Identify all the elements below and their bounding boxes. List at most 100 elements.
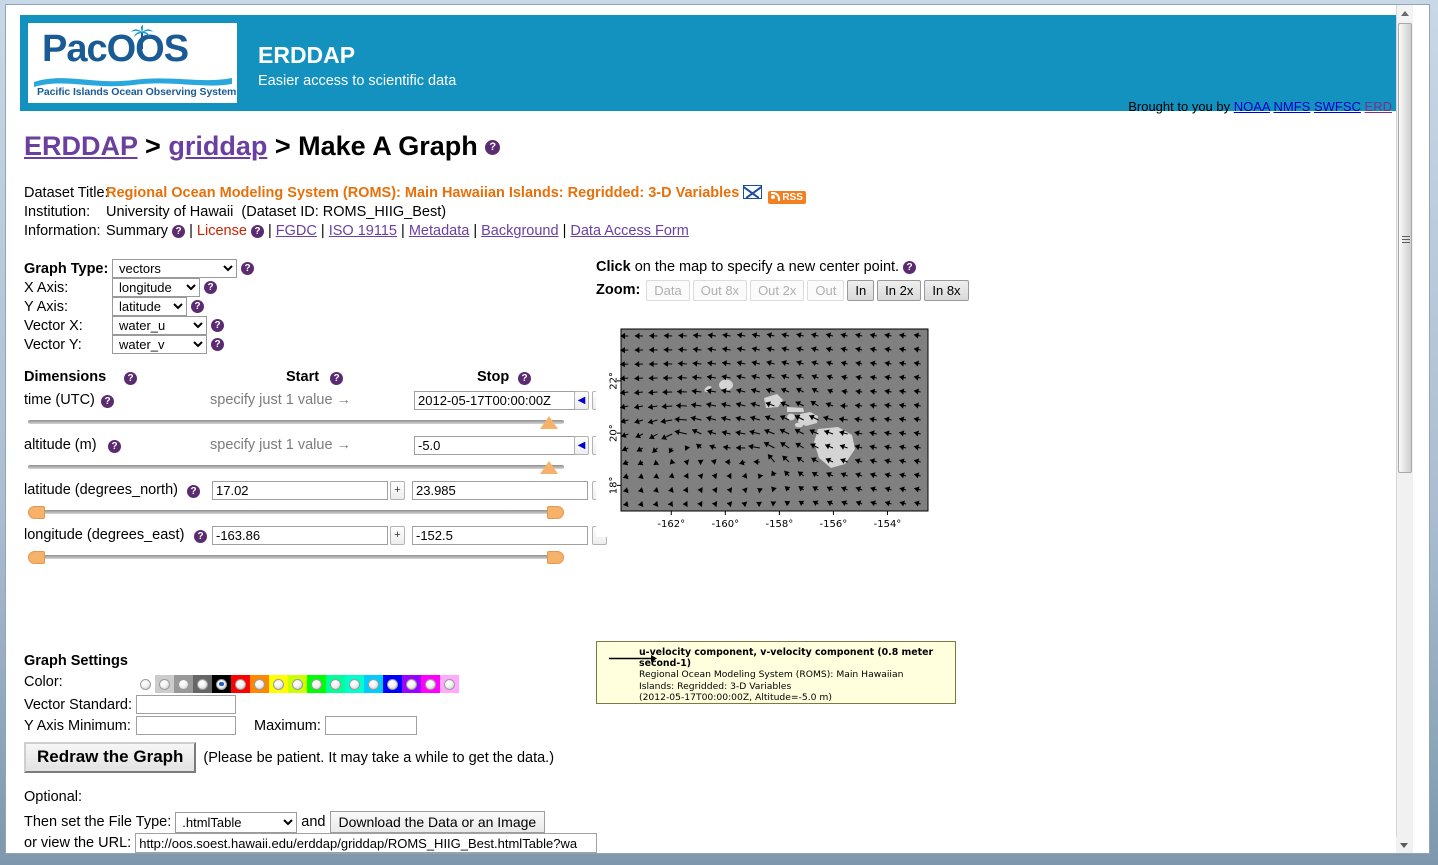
zoom-button-in[interactable]: In: [847, 280, 875, 301]
color-swatch-6[interactable]: [250, 675, 269, 693]
zoom-button-in-8x[interactable]: In 8x: [924, 280, 969, 301]
time-slider[interactable]: [28, 416, 564, 430]
help-icon-license[interactable]: ?: [250, 224, 264, 238]
longitude-plus-button[interactable]: +: [390, 526, 405, 545]
file-type-select[interactable]: .htmlTable: [175, 811, 298, 833]
link-erd[interactable]: ERD: [1365, 99, 1392, 114]
color-radio-10[interactable]: [330, 678, 341, 690]
color-swatch-5[interactable]: [231, 675, 250, 693]
color-radio-13[interactable]: [387, 678, 398, 690]
url-input[interactable]: [135, 833, 598, 853]
link-metadata[interactable]: Metadata: [409, 223, 469, 239]
longitude-start-input[interactable]: [212, 526, 388, 545]
help-icon-time[interactable]: ?: [101, 395, 114, 408]
scrollbar-thumb[interactable]: [1398, 23, 1412, 473]
color-radio-9[interactable]: [311, 678, 322, 690]
vertical-scrollbar[interactable]: [1396, 5, 1413, 853]
help-icon-dimensions[interactable]: ?: [124, 372, 137, 385]
rss-icon[interactable]: RSS: [768, 191, 806, 204]
color-swatch-13[interactable]: [383, 675, 402, 693]
vector-standard-input[interactable]: [136, 695, 236, 714]
color-swatch-14[interactable]: [402, 675, 421, 693]
color-swatch-4[interactable]: [212, 675, 231, 693]
altitude-slider-handle[interactable]: [540, 461, 558, 474]
color-radio-14[interactable]: [406, 678, 417, 690]
help-icon-graph-type[interactable]: ?: [241, 262, 255, 275]
link-iso19115[interactable]: ISO 19115: [329, 223, 397, 239]
color-swatch-9[interactable]: [307, 675, 326, 693]
link-swfsc[interactable]: SWFSC: [1314, 99, 1361, 114]
link-noaa[interactable]: NOAA: [1234, 99, 1270, 114]
help-icon-x-axis[interactable]: ?: [204, 281, 218, 294]
color-radio-15[interactable]: [425, 678, 436, 690]
color-swatch-8[interactable]: [288, 675, 307, 693]
scroll-down-arrow[interactable]: [1396, 837, 1413, 853]
help-icon-y-axis[interactable]: ?: [191, 300, 205, 313]
color-radio-4[interactable]: [216, 678, 227, 690]
y-axis-select[interactable]: latitude: [112, 297, 187, 316]
altitude-slider[interactable]: [28, 461, 564, 475]
vector-map-figure[interactable]: -162° -160° -158° -156° -154° 18° 20° 22°: [596, 319, 956, 537]
y-axis-min-input[interactable]: [136, 716, 236, 735]
redraw-graph-button[interactable]: Redraw the Graph: [24, 742, 197, 773]
help-icon-vector-y[interactable]: ?: [211, 338, 225, 351]
time-stop-input[interactable]: [414, 391, 580, 410]
time-prev-button[interactable]: ◀: [574, 391, 589, 410]
color-swatch-group[interactable]: [136, 675, 459, 693]
color-radio-1[interactable]: [159, 678, 170, 690]
help-icon-stop[interactable]: ?: [518, 372, 531, 385]
color-swatch-16[interactable]: [440, 675, 459, 693]
longitude-slider[interactable]: [28, 551, 564, 565]
color-radio-12[interactable]: [368, 678, 379, 690]
help-icon-latitude[interactable]: ?: [187, 485, 200, 498]
longitude-stop-input[interactable]: [412, 526, 588, 545]
color-swatch-7[interactable]: [269, 675, 288, 693]
link-nmfs[interactable]: NMFS: [1274, 99, 1311, 114]
y-axis-max-input[interactable]: [324, 716, 417, 735]
latitude-slider-handle-max[interactable]: [547, 506, 564, 519]
latitude-stop-input[interactable]: [412, 481, 588, 500]
color-swatch-15[interactable]: [421, 675, 440, 693]
time-slider-handle[interactable]: [540, 416, 558, 429]
link-background[interactable]: Background: [481, 223, 558, 239]
breadcrumb-erddap[interactable]: ERDDAP: [24, 131, 138, 161]
color-radio-8[interactable]: [292, 678, 303, 690]
graph-type-select[interactable]: vectors: [112, 259, 237, 278]
scroll-up-arrow[interactable]: [1397, 5, 1413, 21]
help-icon-page[interactable]: ?: [485, 140, 501, 156]
altitude-prev-button[interactable]: ◀: [574, 436, 589, 455]
color-swatch-0[interactable]: [136, 675, 155, 693]
help-icon-longitude[interactable]: ?: [194, 530, 207, 543]
color-radio-6[interactable]: [254, 678, 265, 690]
color-swatch-11[interactable]: [345, 675, 364, 693]
color-radio-3[interactable]: [197, 678, 208, 690]
license-link[interactable]: License: [197, 223, 247, 239]
color-swatch-1[interactable]: [155, 675, 174, 693]
summary-link[interactable]: Summary: [106, 223, 168, 239]
latitude-slider-handle-min[interactable]: [28, 506, 45, 519]
help-icon-vector-x[interactable]: ?: [211, 319, 225, 332]
email-icon[interactable]: [743, 185, 763, 199]
link-fgdc[interactable]: FGDC: [276, 223, 317, 239]
x-axis-select[interactable]: longitude: [112, 278, 200, 297]
breadcrumb-griddap[interactable]: griddap: [168, 131, 267, 161]
download-button[interactable]: Download the Data or an Image: [329, 811, 546, 833]
vector-x-select[interactable]: water_u: [112, 316, 207, 335]
altitude-stop-input[interactable]: [414, 436, 580, 455]
vector-y-select[interactable]: water_v: [112, 335, 207, 354]
longitude-slider-handle-max[interactable]: [547, 551, 564, 564]
color-swatch-12[interactable]: [364, 675, 383, 693]
color-radio-2[interactable]: [178, 678, 189, 690]
help-icon-map[interactable]: ?: [903, 260, 917, 274]
color-swatch-10[interactable]: [326, 675, 345, 693]
link-data-access-form[interactable]: Data Access Form: [570, 223, 688, 239]
longitude-slider-handle-min[interactable]: [28, 551, 45, 564]
latitude-slider[interactable]: [28, 506, 564, 520]
color-swatch-2[interactable]: [174, 675, 193, 693]
latitude-start-input[interactable]: [212, 481, 388, 500]
help-icon-summary[interactable]: ?: [172, 224, 186, 238]
color-radio-11[interactable]: [349, 678, 360, 690]
color-swatch-3[interactable]: [193, 675, 212, 693]
color-radio-0[interactable]: [140, 678, 151, 690]
latitude-plus-button[interactable]: +: [390, 481, 405, 500]
